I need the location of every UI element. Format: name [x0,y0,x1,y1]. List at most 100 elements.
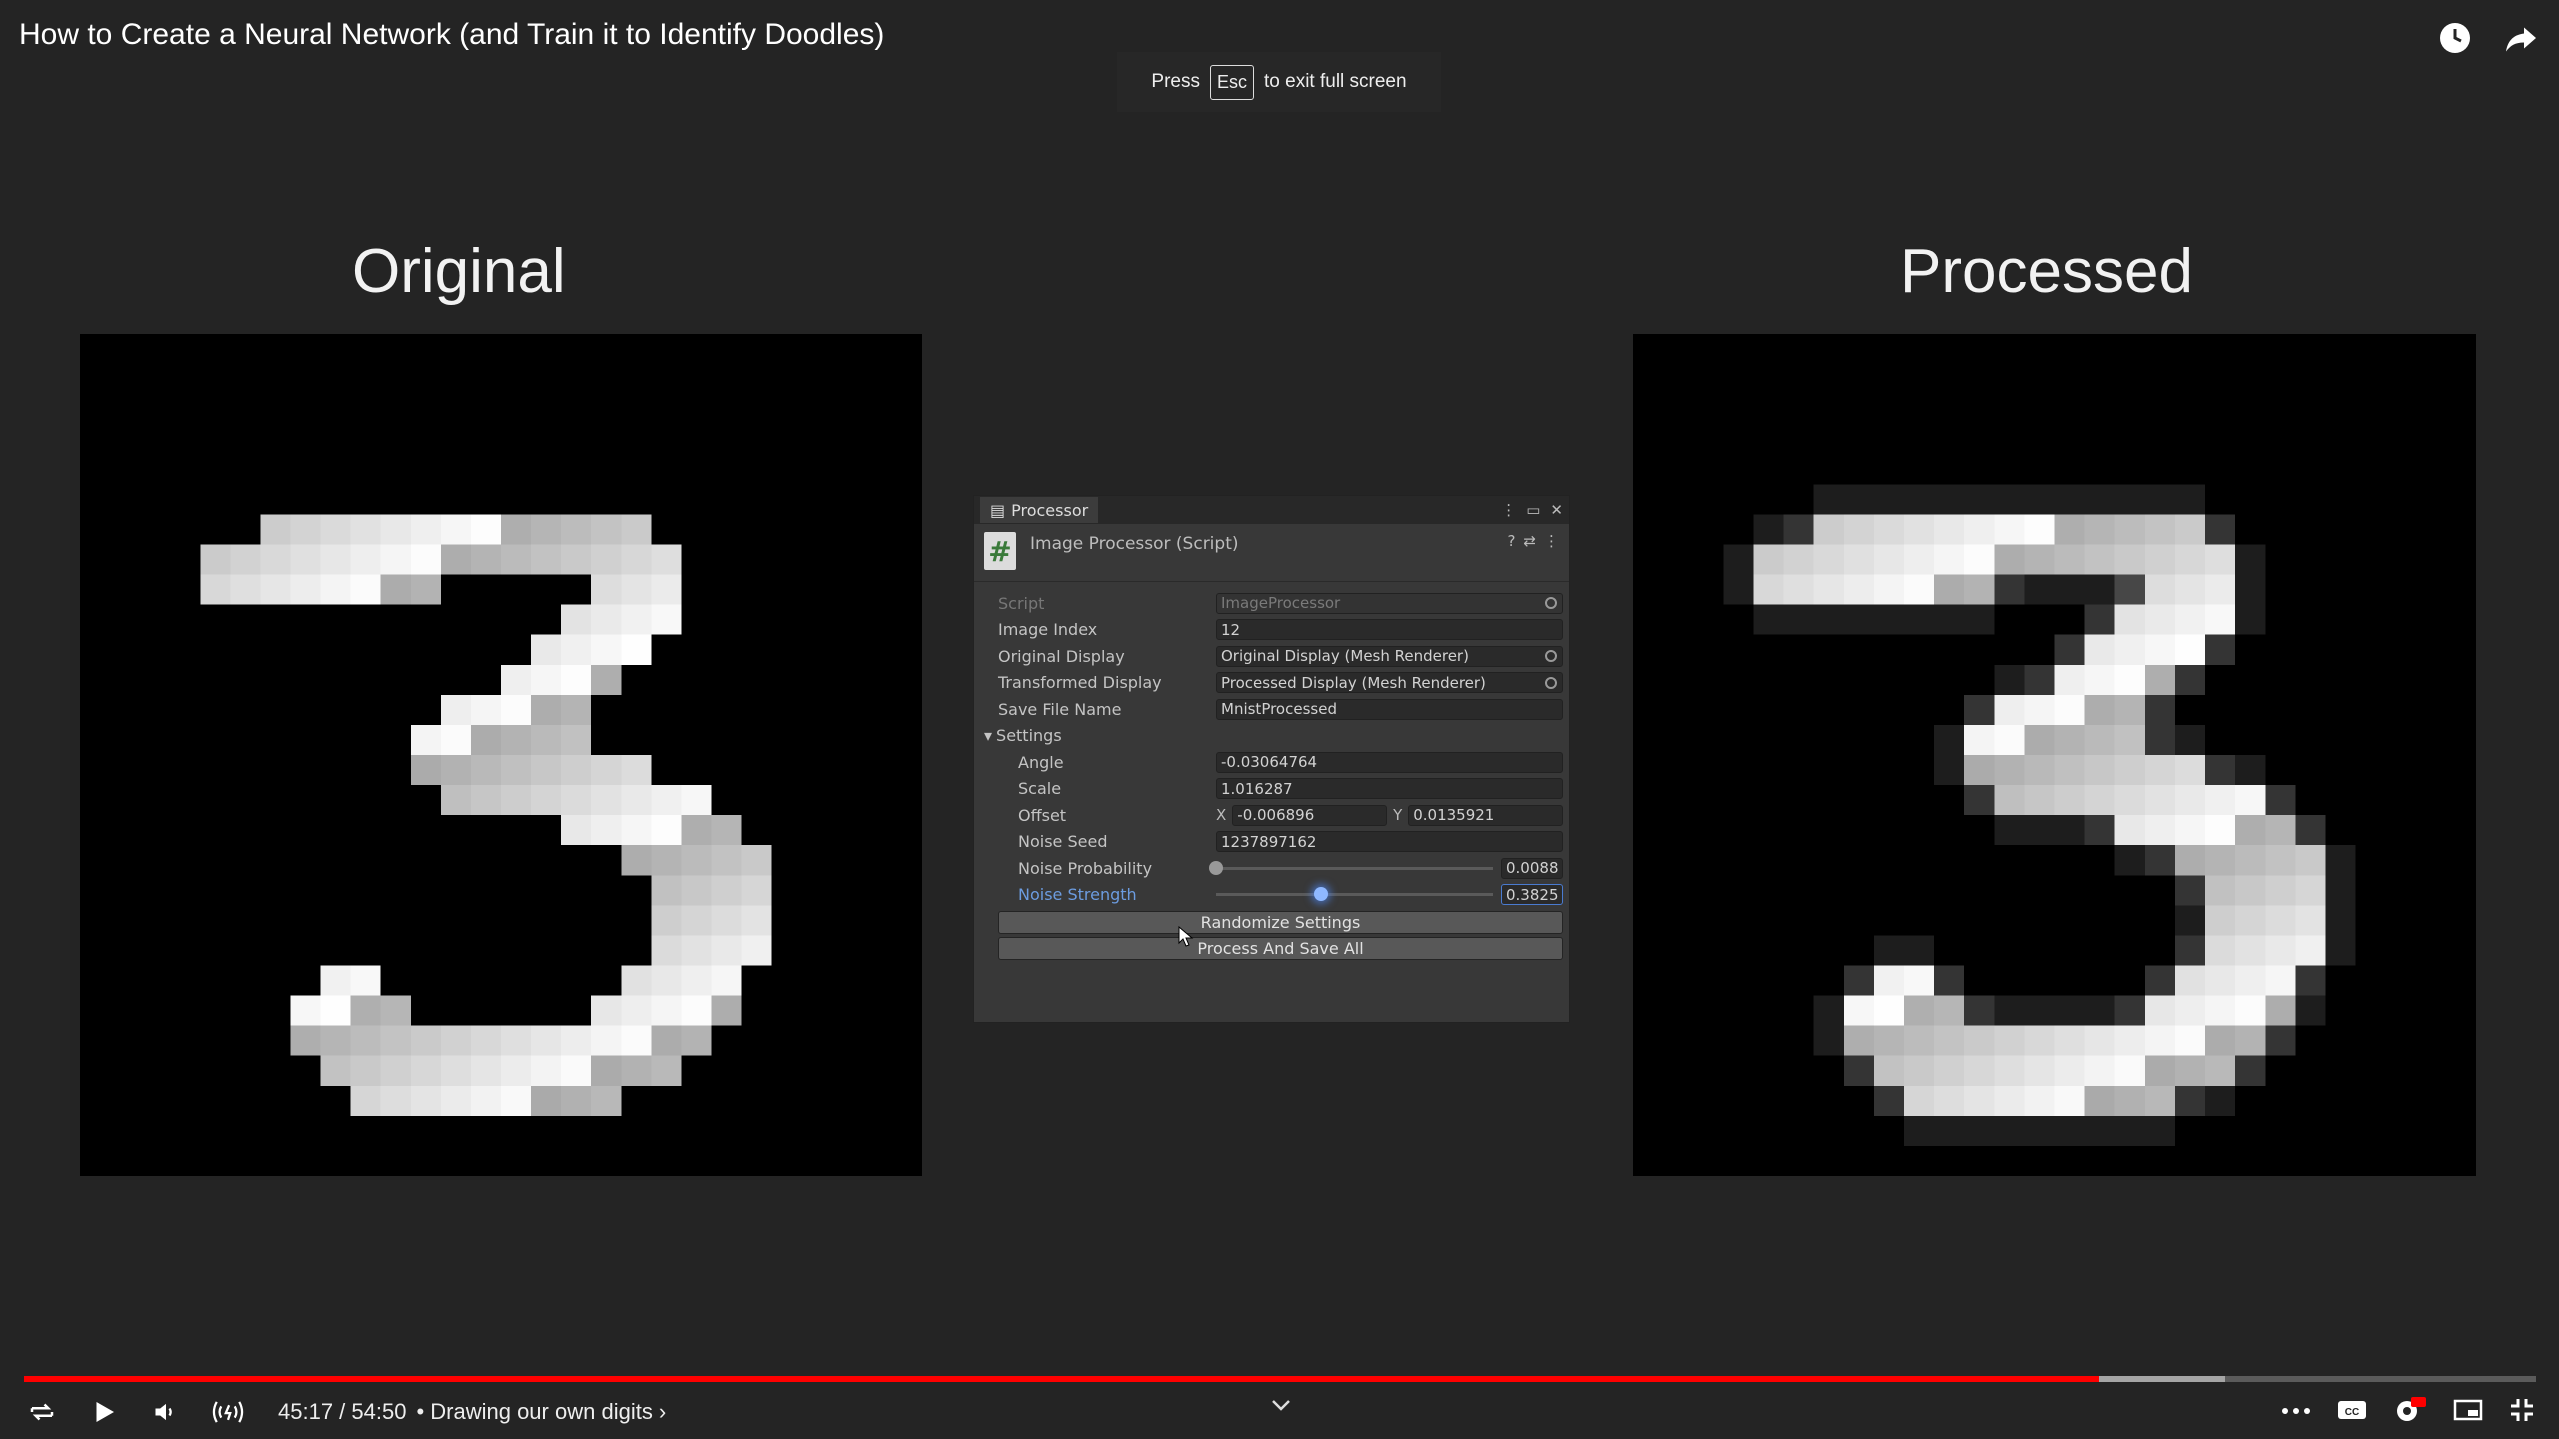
digit-pixel [440,544,471,575]
loop-icon[interactable] [24,1394,60,1430]
slider-thumb[interactable] [1209,860,1223,875]
object-picker-icon[interactable] [1545,650,1557,663]
digit-pixel [1964,574,1995,605]
digit-pixel [2174,755,2206,786]
digit-pixel [2265,995,2296,1026]
digit-pixel-halo [2024,995,2055,1026]
progress-bar[interactable] [24,1376,2536,1382]
more-icon[interactable] [2281,1403,2311,1421]
close-icon[interactable]: ✕ [1550,501,1563,519]
digit-pixel [1903,1085,1935,1116]
digit-pixel [2174,604,2206,635]
volume-icon[interactable] [148,1394,184,1430]
noise-strength-row: Noise Strength 0.3825 [998,882,1563,909]
digit-pixel-halo [1964,1115,1995,1146]
digit-pixel [2144,514,2175,545]
digit-pixel [2054,664,2085,695]
noise-probability-field[interactable]: 0.0088 [1501,857,1563,879]
share-icon[interactable] [2503,20,2539,56]
component-menu-icon[interactable]: ⋮ [1544,532,1559,550]
original-display-field[interactable]: Original Display (Mesh Renderer) [1216,645,1563,667]
digit-pixel [2235,965,2266,996]
save-file-name-field[interactable]: MnistProcessed [1216,698,1563,720]
digit-pixel [1994,755,2025,786]
digit-pixel [320,514,351,545]
save-file-name-label: Save File Name [998,699,1122,719]
digit-pixel [1843,1025,1874,1056]
play-icon[interactable] [86,1394,122,1430]
randomize-settings-button[interactable]: Randomize Settings [998,911,1563,934]
miniplayer-icon[interactable] [2453,1398,2483,1427]
process-and-save-button[interactable]: Process And Save All [998,937,1563,960]
digit-pixel [2054,1025,2085,1056]
noise-seed-field[interactable]: 1237897162 [1216,831,1563,853]
digit-pixel [2295,875,2326,906]
maximize-icon[interactable]: ▭ [1526,501,1540,519]
script-value: ImageProcessor [1221,594,1341,613]
toast-text-before: Press [1151,71,1200,92]
settings-hd-icon[interactable] [2393,1395,2427,1430]
offset-y-field[interactable]: 0.0135921 [1408,804,1564,826]
captions-icon[interactable]: CC [2337,1398,2367,1427]
video-player[interactable]: How to Create a Neural Network (and Trai… [0,0,2559,1439]
digit-pixel [1994,514,2025,545]
transformed-display-field[interactable]: Processed Display (Mesh Renderer) [1216,672,1563,694]
digit-pixel [440,755,471,786]
digit-pixel [260,514,291,545]
digit-pixel [2114,514,2145,545]
digit-pixel [561,755,592,786]
digit-pixel [320,1025,351,1056]
noise-strength-slider[interactable] [1216,887,1493,902]
digit-pixel-halo [2054,574,2085,605]
slider-thumb[interactable] [1314,887,1329,902]
processor-inspector[interactable]: ▤ Processor ⋮ ▭ ✕ # Image Processor (Scr… [973,495,1570,1023]
exit-fullscreen-icon[interactable] [2509,1397,2535,1428]
tab-processor[interactable]: ▤ Processor [980,497,1099,523]
noise-strength-field[interactable]: 0.3825 [1501,884,1563,906]
angle-field[interactable]: -0.03064764 [1216,751,1563,773]
digit-pixel [2144,995,2175,1026]
settings-foldout[interactable]: ▾ Settings [984,723,1563,750]
digit-pixel [1934,995,1965,1026]
live-radio-icon[interactable] [210,1394,246,1430]
digit-pixel-halo [1994,995,2025,1026]
object-picker-icon[interactable] [1545,676,1557,689]
digit-pixel [470,755,501,786]
digit-pixel [2235,935,2266,966]
digit-pixel [681,905,712,936]
digit-pixel [1994,724,2025,755]
digit-pixel [2205,785,2236,816]
digit-pixel [320,965,351,996]
scale-field[interactable]: 1.016287 [1216,778,1563,800]
digit-pixel-halo [2235,544,2266,575]
digit-pixel [501,724,532,755]
watch-later-icon[interactable] [2437,20,2473,56]
offset-x-field[interactable]: -0.006896 [1232,804,1388,826]
kebab-menu-icon[interactable]: ⋮ [1501,501,1516,519]
digit-pixel [410,1025,441,1056]
digit-pixel-halo [1843,604,1874,635]
help-icon[interactable]: ? [1507,532,1515,550]
chapter-title[interactable]: • Drawing our own digits › [416,1399,666,1425]
digit-pixel-halo [1994,574,2025,605]
digit-pixel [1903,1055,1935,1086]
digit-pixel [2295,905,2326,936]
digit-pixel [1843,544,1874,575]
digit-pixel [410,755,441,786]
digit-pixel-halo [1903,484,1935,515]
processed-digit-image [1633,334,2476,1176]
digit-pixel [2084,664,2115,695]
digit-pixel-halo [1964,694,1995,725]
digit-pixel [591,1055,622,1086]
digit-pixel [2144,815,2175,846]
preset-icon[interactable]: ⇄ [1523,532,1536,550]
digit-pixel [651,785,682,816]
original-digit-image [80,334,922,1176]
foldout-arrow-icon[interactable]: ▾ [984,726,992,745]
noise-probability-slider[interactable] [1209,860,1493,875]
component-name: Image Processor (Script) [1030,534,1239,554]
digit-pixel [531,1085,562,1116]
image-index-field[interactable]: 12 [1216,619,1563,641]
digit-pixel [681,815,712,846]
digit-pixel [561,604,592,635]
